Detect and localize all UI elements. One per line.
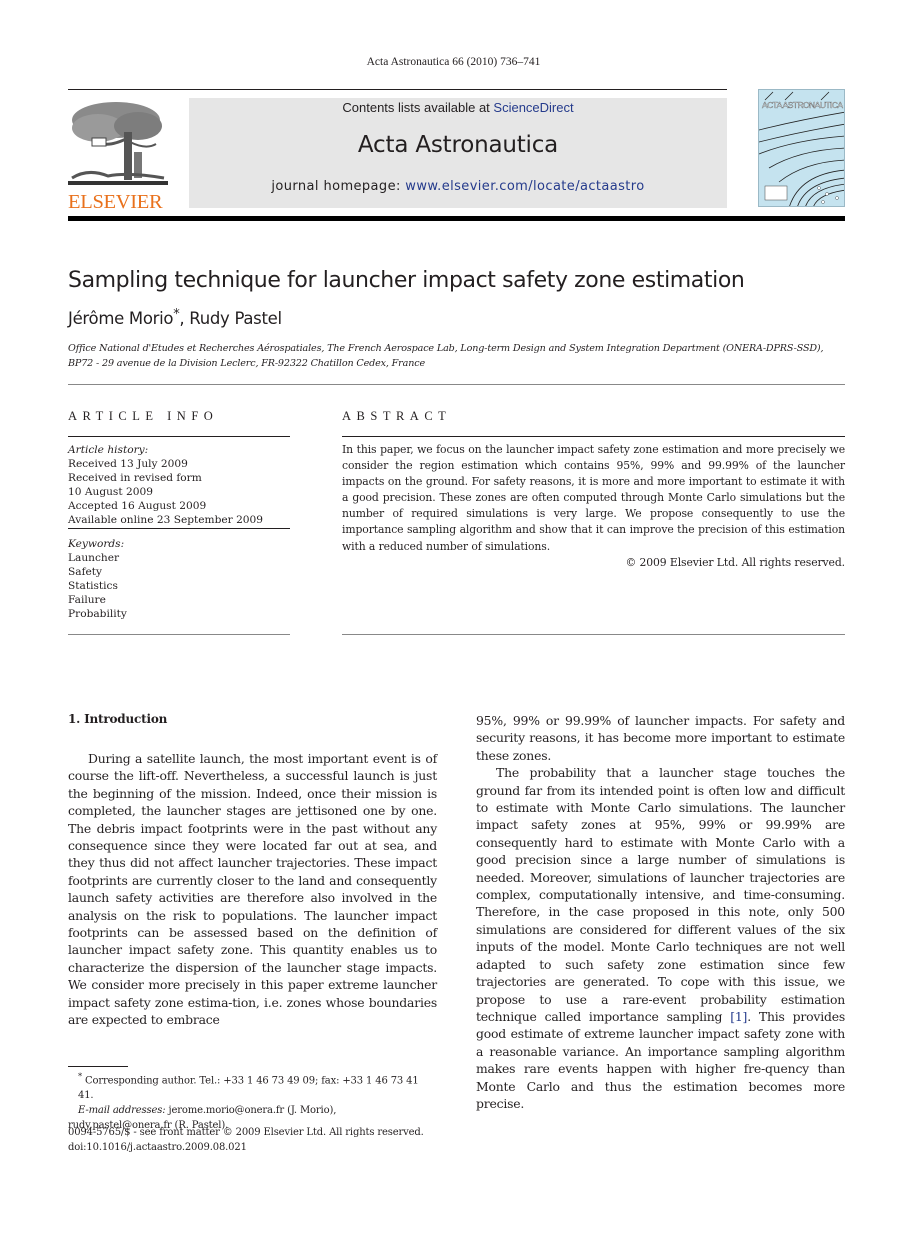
- body-paragraph: 95%, 99% or 99.99% of launcher impacts. …: [476, 713, 845, 763]
- keyword: Safety: [68, 565, 103, 578]
- journal-cover-art-icon: ACTA ASTRONAUTICA: [759, 90, 844, 206]
- history-divider: [68, 527, 290, 529]
- corresponding-author-mark[interactable]: *: [173, 307, 180, 322]
- sciencedirect-link[interactable]: ScienceDirect: [493, 100, 573, 115]
- corresponding-author-text: Corresponding author. Tel.: +33 1 46 73 …: [78, 1075, 419, 1102]
- article-info: Article history: Received 13 July 2009 R…: [68, 443, 290, 621]
- history-item: 10 August 2009: [68, 486, 153, 499]
- body-paragraph: During a satellite launch, the most impo…: [68, 751, 437, 1028]
- svg-text:ACTA ASTRONAUTICA: ACTA ASTRONAUTICA: [762, 100, 843, 110]
- corresponding-author-note: * Corresponding author. Tel.: +33 1 46 7…: [68, 1069, 437, 1103]
- abstract-copyright: © 2009 Elsevier Ltd. All rights reserved…: [625, 555, 845, 569]
- keyword: Failure: [68, 593, 106, 606]
- history-item: Received in revised form: [68, 472, 202, 485]
- journal-name: Acta Astronautica: [357, 132, 559, 158]
- affiliation: Office National d'Etudes et Recherches A…: [68, 341, 848, 371]
- history-label: Article history:: [68, 444, 149, 456]
- body-column-left: During a satellite launch, the most impo…: [68, 750, 437, 1029]
- article-info-bottom-rule: [68, 634, 290, 635]
- email-label: E-mail addresses:: [78, 1105, 166, 1117]
- body-column-right: 95%, 99% or 99.99% of launcher impacts. …: [476, 712, 845, 1112]
- homepage-prefix: journal homepage:: [271, 179, 406, 194]
- affiliation-line: BP72 - 29 avenue de la Division Leclerc,…: [68, 358, 425, 369]
- journal-cover-thumbnail[interactable]: ACTA ASTRONAUTICA: [758, 89, 845, 207]
- keywords-label: Keywords:: [68, 537, 125, 550]
- email-note: E-mail addresses: jerome.morio@onera.fr …: [68, 1103, 437, 1118]
- abstract-rule: [342, 436, 845, 437]
- reference-link[interactable]: [1]: [730, 1009, 747, 1024]
- front-matter: 0094-5765/$ - see front matter © 2009 El…: [68, 1125, 437, 1155]
- author-name[interactable]: Jérôme Morio: [68, 309, 174, 328]
- history-item: Available online 23 September 2009: [68, 514, 264, 527]
- paragraph-text: The probability that a launcher stage to…: [476, 765, 845, 1024]
- footnote-rule: [68, 1066, 128, 1067]
- header-top-rule: [68, 89, 727, 90]
- author-separator: ,: [179, 309, 190, 328]
- email-link[interactable]: jerome.morio@onera.fr (J. Morio),: [165, 1105, 337, 1116]
- front-matter-text: 0094-5765/$ - see front matter © 2009 El…: [68, 1127, 424, 1138]
- journal-banner: Contents lists available at ScienceDirec…: [189, 98, 727, 208]
- affiliation-line: Office National d'Etudes et Recherches A…: [68, 343, 824, 354]
- abstract-heading: ABSTRACT: [342, 409, 452, 423]
- history-item: Received 13 July 2009: [68, 458, 188, 471]
- keyword: Launcher: [68, 551, 120, 564]
- elsevier-logo-text: ELSEVIER: [68, 191, 163, 213]
- section-heading-introduction: 1. Introduction: [68, 712, 168, 726]
- paragraph-text: . This provides good estimate of extreme…: [476, 1008, 845, 1111]
- author-list: Jérôme Morio*, Rudy Pastel: [68, 307, 282, 328]
- homepage-line: journal homepage: www.elsevier.com/locat…: [189, 179, 727, 194]
- contents-prefix: Contents lists available at: [342, 100, 494, 115]
- contents-line: Contents lists available at ScienceDirec…: [189, 100, 727, 115]
- abstract-text: In this paper, we focus on the launcher …: [342, 443, 845, 553]
- body-paragraph: The probability that a launcher stage to…: [476, 764, 845, 1112]
- footnotes: * Corresponding author. Tel.: +33 1 46 7…: [68, 1069, 437, 1133]
- affiliation-divider: [68, 384, 845, 385]
- author-name[interactable]: Rudy Pastel: [189, 309, 282, 328]
- keyword: Statistics: [68, 579, 118, 592]
- abstract-bottom-rule: [342, 634, 845, 635]
- header-bottom-rule: [68, 216, 845, 221]
- article-info-heading: ARTICLE INFO: [68, 409, 219, 423]
- article-info-rule: [68, 436, 290, 437]
- abstract: In this paper, we focus on the launcher …: [342, 442, 845, 571]
- doi-link[interactable]: doi:10.1016/j.actaastro.2009.08.021: [68, 1140, 437, 1155]
- running-head: Acta Astronautica 66 (2010) 736–741: [366, 56, 541, 68]
- keyword: Probability: [68, 608, 127, 621]
- history-item: Accepted 16 August 2009: [68, 500, 207, 513]
- article-title: Sampling technique for launcher impact s…: [68, 268, 745, 293]
- journal-homepage-link[interactable]: www.elsevier.com/locate/actaastro: [405, 179, 644, 194]
- elsevier-tree-icon: [68, 98, 168, 186]
- elsevier-logo[interactable]: ELSEVIER: [68, 98, 168, 212]
